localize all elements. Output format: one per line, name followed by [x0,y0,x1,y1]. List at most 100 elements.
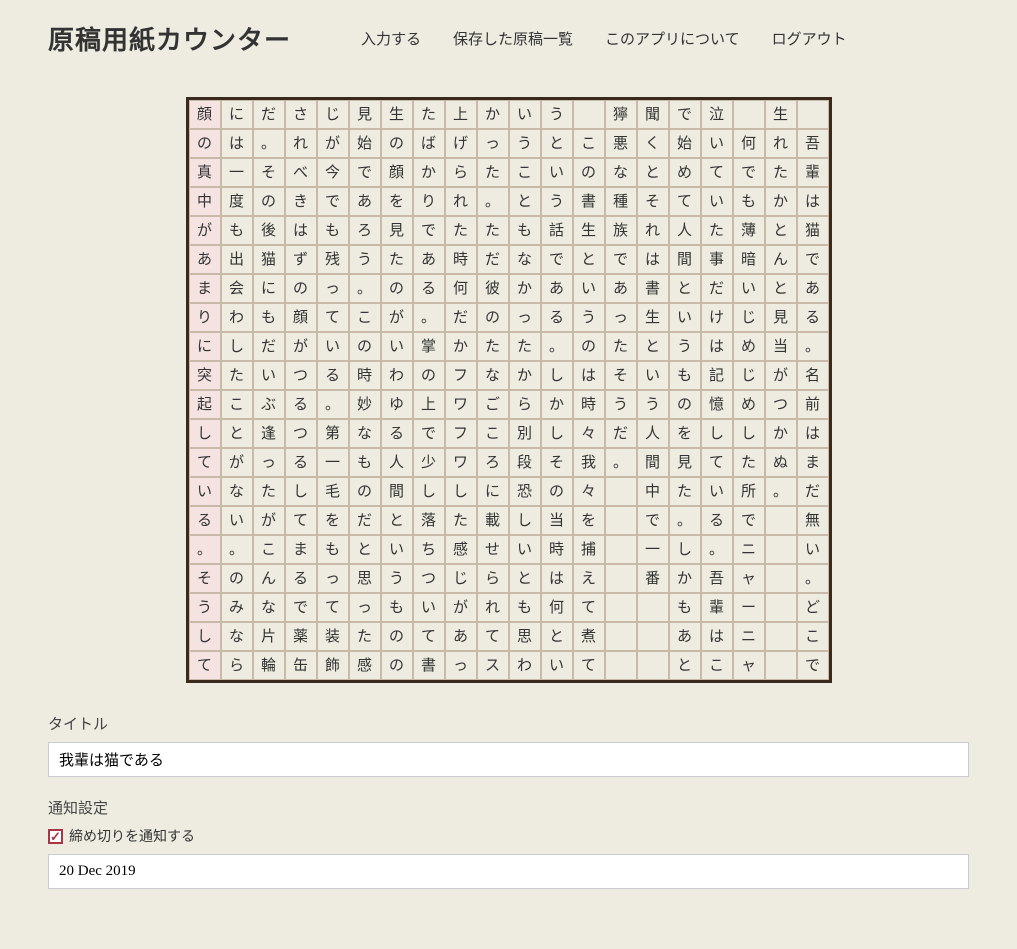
grid-cell [637,622,669,651]
grid-cell: げ [445,129,477,158]
grid-cell: そ [253,158,285,187]
grid-cell: も [509,593,541,622]
grid-cell: し [285,477,317,506]
grid-cell: し [413,477,445,506]
nav-logout[interactable]: ログアウト [772,28,847,49]
grid-cell: 輪 [253,651,285,680]
title-input[interactable] [48,742,969,777]
grid-cell [605,593,637,622]
checkbox-icon[interactable]: ✓ [48,829,63,844]
grid-cell: め [733,332,765,361]
grid-cell: 見 [381,216,413,245]
grid-cell: で [797,651,829,680]
nav-about[interactable]: このアプリについて [605,28,740,49]
grid-cell [765,564,797,593]
grid-cell: て [477,622,509,651]
grid-cell: に [189,332,221,361]
grid-cell: 上 [413,390,445,419]
deadline-checkbox-row[interactable]: ✓ 締め切りを通知する [48,826,969,846]
grid-cell: そ [541,448,573,477]
grid-cell: か [541,390,573,419]
grid-cell: い [189,477,221,506]
grid-cell: 人 [381,448,413,477]
grid-cell: 見 [349,100,381,129]
grid-cell: 間 [381,477,413,506]
grid-cell: 。 [541,332,573,361]
grid-cell: も [669,361,701,390]
nav-input[interactable]: 入力する [361,28,421,49]
grid-cell: わ [509,651,541,680]
grid-cell: こ [349,303,381,332]
grid-cell: 族 [605,216,637,245]
header: 原稿用紙カウンター 入力する 保存した原稿一覧 このアプリについて ログアウト [48,20,969,57]
grid-cell: こ [797,622,829,651]
grid-cell: た [253,477,285,506]
grid-cell: た [733,448,765,477]
grid-cell: が [285,332,317,361]
grid-cell: て [573,593,605,622]
grid-cell: る [189,506,221,535]
grid-cell: 書 [637,274,669,303]
grid-cell: ニ [733,535,765,564]
grid-cell: 彼 [477,274,509,303]
deadline-input[interactable] [48,854,969,889]
grid-cell: 恐 [509,477,541,506]
grid-cell: 捕 [573,535,605,564]
grid-cell: め [733,390,765,419]
grid-cell: で [285,593,317,622]
grid-cell: も [317,535,349,564]
grid-cell: 泣 [701,100,733,129]
grid-cell: じ [445,564,477,593]
grid-cell: 生 [381,100,413,129]
grid-cell: 。 [317,390,349,419]
grid-cell: れ [477,593,509,622]
grid-cell [765,535,797,564]
nav-saved-list[interactable]: 保存した原稿一覧 [453,28,573,49]
grid-cell: た [701,216,733,245]
grid-cell: で [733,158,765,187]
grid-cell: し [189,419,221,448]
grid-cell: た [221,361,253,390]
grid-cell: て [669,187,701,216]
grid-cell: 無 [797,506,829,535]
grid-cell: が [381,303,413,332]
grid-cell: で [413,216,445,245]
grid-cell: っ [605,303,637,332]
grid-cell: と [221,419,253,448]
grid-cell: も [221,216,253,245]
grid-cell: と [637,158,669,187]
grid-cell: じ [733,361,765,390]
grid-cell: れ [285,129,317,158]
grid-cell: し [669,535,701,564]
grid-cell: あ [349,187,381,216]
grid-cell: の [541,477,573,506]
grid-cell: に [221,100,253,129]
grid-cell: 暗 [733,245,765,274]
grid-cell: し [541,419,573,448]
grid-cell: こ [221,390,253,419]
grid-cell: て [189,448,221,477]
grid-cell: の [349,332,381,361]
grid-cell: だ [701,274,733,303]
grid-cell: と [573,245,605,274]
grid-cell: フ [445,419,477,448]
grid-cell: ど [797,593,829,622]
grid-cell: 度 [221,187,253,216]
grid-cell: 中 [637,477,669,506]
grid-cell: い [573,274,605,303]
grid-cell: さ [285,100,317,129]
grid-cell: と [509,187,541,216]
grid-cell: な [253,593,285,622]
grid-cell: う [637,390,669,419]
grid-cell: の [253,187,285,216]
grid-cell: る [285,448,317,477]
grid-cell: 薬 [285,622,317,651]
grid-cell: ワ [445,448,477,477]
grid-cell: 。 [765,477,797,506]
grid-cell: こ [701,651,733,680]
grid-cell: 猫 [797,216,829,245]
grid-cell: ニ [733,622,765,651]
grid-cell: 一 [637,535,669,564]
grid-cell: つ [285,419,317,448]
grid-cell: が [765,361,797,390]
